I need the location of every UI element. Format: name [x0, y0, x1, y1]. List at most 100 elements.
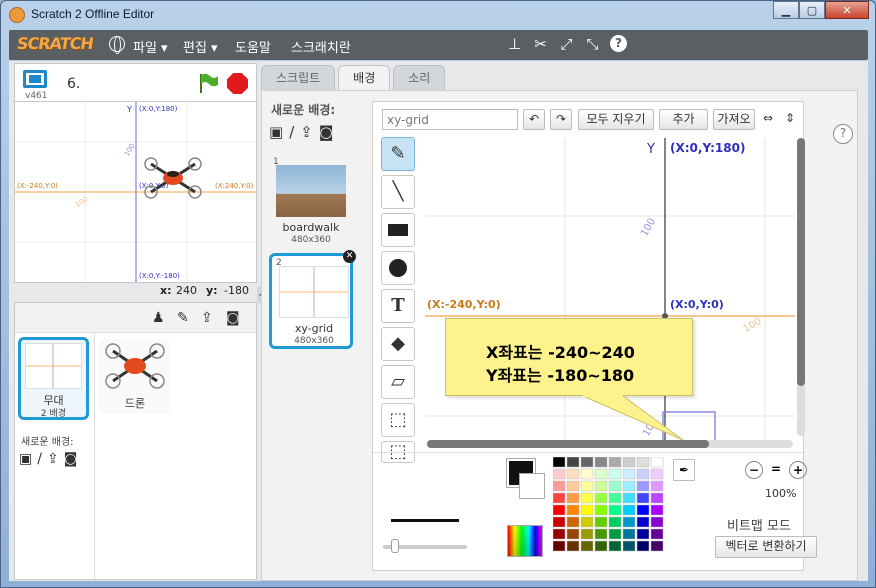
- color-swatch[interactable]: [622, 480, 636, 492]
- upload-icon[interactable]: ⇪: [300, 123, 313, 141]
- color-swatch[interactable]: [580, 528, 594, 540]
- choose-sprite-icon[interactable]: ♟: [152, 310, 165, 326]
- color-swatch[interactable]: [566, 528, 580, 540]
- color-swatch[interactable]: [636, 457, 650, 468]
- cut-icon[interactable]: ✂: [532, 35, 549, 53]
- color-swatch[interactable]: [553, 492, 566, 504]
- color-swatch[interactable]: [594, 457, 608, 468]
- color-swatch[interactable]: [636, 480, 650, 492]
- convert-to-vector-button[interactable]: 벡터로 변환하기: [715, 536, 817, 558]
- color-swatch[interactable]: [566, 492, 580, 504]
- language-globe-icon[interactable]: [109, 36, 125, 54]
- scratch-logo[interactable]: SCRATCH: [16, 34, 94, 53]
- import-button[interactable]: 가져오기: [713, 109, 755, 130]
- close-button[interactable]: ✕: [825, 1, 869, 19]
- color-swatch[interactable]: [566, 504, 580, 516]
- help-side-icon[interactable]: ?: [833, 124, 853, 144]
- color-swatch[interactable]: [580, 480, 594, 492]
- brush-size-handle[interactable]: [391, 539, 399, 553]
- color-swatch[interactable]: [594, 528, 608, 540]
- text-tool[interactable]: T: [381, 289, 415, 323]
- clear-button[interactable]: 모두 지우기: [578, 109, 654, 130]
- select-tool[interactable]: ⬚: [381, 403, 415, 437]
- stage-thumbnail[interactable]: 무대 2 배경: [18, 337, 89, 420]
- color-swatch[interactable]: [553, 528, 566, 540]
- color-swatch[interactable]: [608, 528, 622, 540]
- color-swatch[interactable]: [553, 516, 566, 528]
- tab-backdrops[interactable]: 배경: [338, 65, 391, 91]
- paint-backdrop-icon[interactable]: /: [37, 451, 42, 467]
- eraser-tool[interactable]: ▱: [381, 365, 415, 399]
- camera-sprite-icon[interactable]: ◙: [226, 310, 240, 326]
- color-swatch[interactable]: [622, 516, 636, 528]
- color-swatch[interactable]: [608, 504, 622, 516]
- color-swatch[interactable]: [553, 480, 566, 492]
- color-swatch[interactable]: [594, 516, 608, 528]
- color-swatch[interactable]: [636, 516, 650, 528]
- menu-help[interactable]: 도움말: [235, 37, 271, 56]
- color-swatch[interactable]: [553, 468, 566, 480]
- horizontal-scroll-thumb[interactable]: [427, 440, 709, 448]
- color-swatch[interactable]: [608, 492, 622, 504]
- color-swatch[interactable]: [622, 492, 636, 504]
- paint-sprite-icon[interactable]: ✎: [177, 310, 189, 326]
- color-swatch[interactable]: [580, 468, 594, 480]
- menu-edit[interactable]: 편집 ▾: [183, 37, 218, 56]
- zoom-reset-icon[interactable]: =: [767, 461, 785, 479]
- color-swatch[interactable]: [566, 480, 580, 492]
- paint-new-icon[interactable]: /: [289, 123, 294, 141]
- color-swatch[interactable]: [622, 468, 636, 480]
- color-swatch[interactable]: [608, 540, 622, 552]
- color-swatch[interactable]: [580, 516, 594, 528]
- zoom-out-icon[interactable]: −: [745, 461, 763, 479]
- green-flag-icon[interactable]: [197, 72, 219, 94]
- menu-about[interactable]: 스크래치란: [291, 37, 351, 56]
- flip-horizontal-icon[interactable]: ⇔: [759, 109, 777, 130]
- color-swatch[interactable]: [636, 504, 650, 516]
- vertical-scroll-thumb[interactable]: [797, 138, 805, 386]
- color-swatch[interactable]: [580, 492, 594, 504]
- color-swatch[interactable]: [608, 516, 622, 528]
- line-tool[interactable]: ╲: [381, 175, 415, 209]
- color-grid[interactable]: [553, 457, 665, 555]
- help-icon[interactable]: ?: [610, 35, 627, 52]
- brush-tool[interactable]: ✎: [381, 137, 415, 171]
- stamp-icon[interactable]: ⊥: [506, 35, 523, 53]
- color-swatch[interactable]: [650, 492, 664, 504]
- color-swatch[interactable]: [608, 468, 622, 480]
- color-swatch[interactable]: [566, 468, 580, 480]
- color-swatch[interactable]: [594, 468, 608, 480]
- color-swatch[interactable]: [650, 457, 664, 468]
- backdrop-name-input[interactable]: [382, 109, 518, 130]
- color-swatch[interactable]: [650, 540, 664, 552]
- color-swatch[interactable]: [594, 504, 608, 516]
- eyedropper-icon[interactable]: ✒: [673, 459, 695, 481]
- color-swatch[interactable]: [636, 540, 650, 552]
- tab-sounds[interactable]: 소리: [393, 65, 446, 91]
- color-swatch[interactable]: [553, 540, 566, 552]
- color-swatch[interactable]: [636, 528, 650, 540]
- color-swatch[interactable]: [566, 540, 580, 552]
- horizontal-scrollbar[interactable]: [427, 440, 793, 448]
- color-swatch[interactable]: [608, 480, 622, 492]
- color-swatch[interactable]: [650, 504, 664, 516]
- color-swatch[interactable]: [580, 540, 594, 552]
- color-swatch[interactable]: [594, 492, 608, 504]
- backdrop-library-icon[interactable]: ▣: [19, 451, 32, 467]
- add-button[interactable]: 추가: [659, 109, 708, 130]
- shrink-icon[interactable]: ⤡: [584, 35, 601, 53]
- color-swatch[interactable]: [580, 457, 594, 468]
- color-swatch[interactable]: [636, 492, 650, 504]
- presentation-mode-icon[interactable]: [23, 70, 47, 88]
- color-swatch[interactable]: [650, 480, 664, 492]
- secondary-color-swatch[interactable]: [519, 473, 545, 499]
- color-swatch[interactable]: [553, 457, 566, 468]
- grow-icon[interactable]: ⤢: [558, 35, 575, 53]
- color-swatch[interactable]: [594, 540, 608, 552]
- tab-scripts[interactable]: 스크립트: [261, 65, 336, 91]
- color-picker-icon[interactable]: [507, 525, 543, 557]
- vertical-scrollbar[interactable]: [797, 138, 805, 436]
- rectangle-tool[interactable]: [381, 213, 415, 247]
- stage-canvas[interactable]: Y (X:0,Y:180) (X:-240,Y:0) (X:0,Y:0) (X:…: [14, 101, 257, 283]
- upload-sprite-icon[interactable]: ⇪: [201, 310, 213, 326]
